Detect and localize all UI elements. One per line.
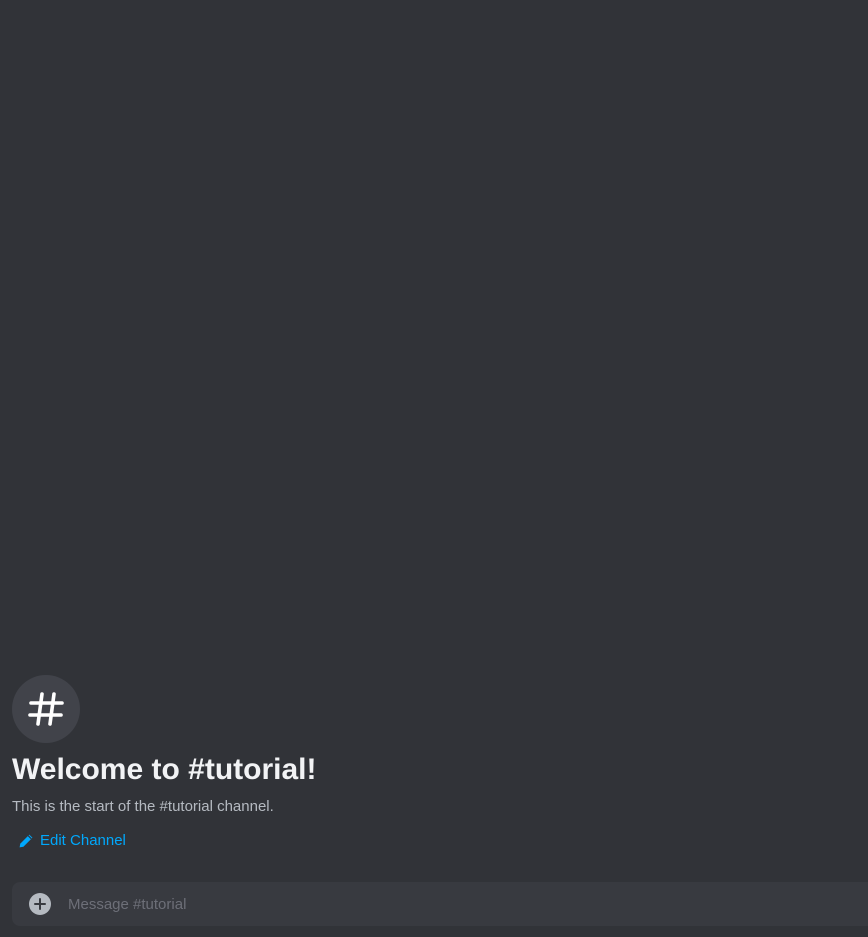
edit-channel-label: Edit Channel: [40, 832, 126, 849]
welcome-subtitle: This is the start of the #tutorial chann…: [12, 798, 274, 815]
welcome-title: Welcome to #tutorial!: [12, 753, 317, 786]
chat-area: Welcome to #tutorial! This is the start …: [0, 0, 868, 937]
message-composer: [12, 882, 868, 926]
edit-channel-button[interactable]: Edit Channel: [18, 830, 126, 852]
channel-hash-badge: [12, 675, 80, 743]
hash-icon: [28, 692, 64, 726]
message-input[interactable]: [68, 882, 868, 926]
pencil-icon: [19, 834, 33, 848]
plus-circle-icon: [29, 893, 51, 915]
attach-button[interactable]: [28, 892, 52, 916]
